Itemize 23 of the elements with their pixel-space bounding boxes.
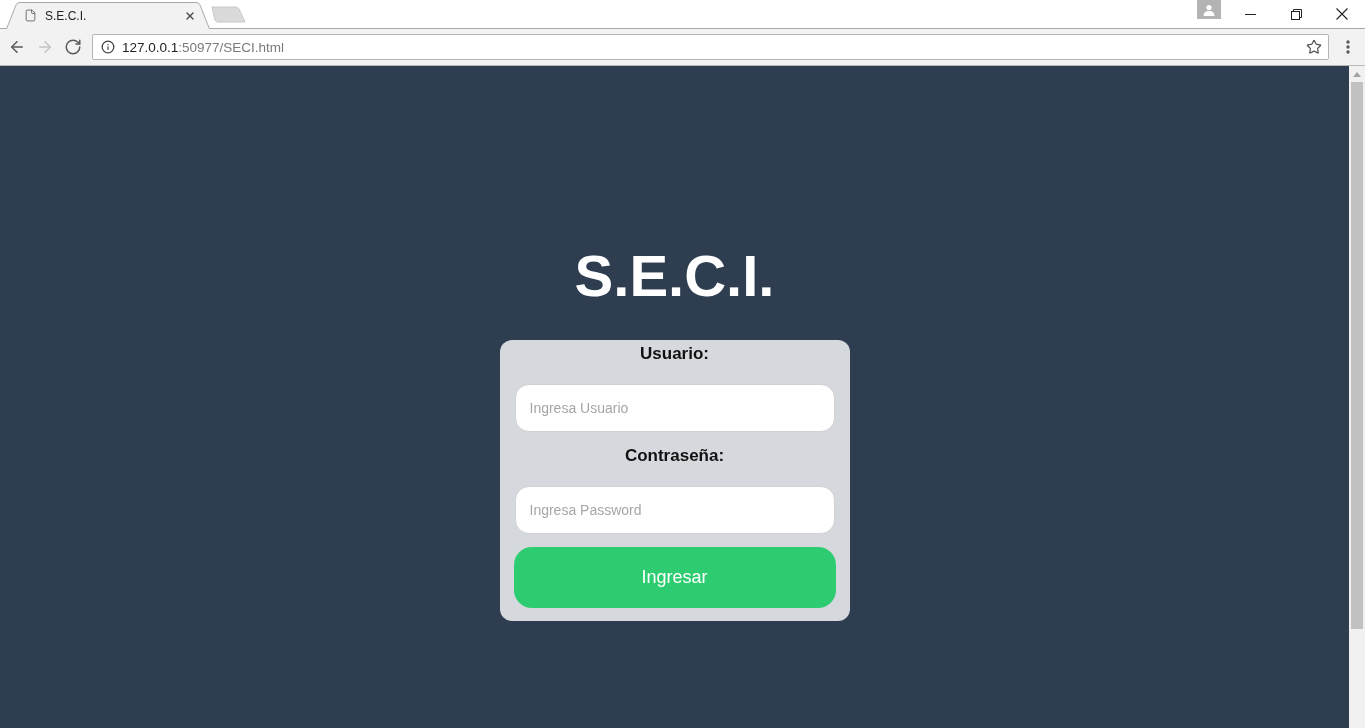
reload-icon — [64, 38, 82, 56]
restore-icon — [1290, 8, 1302, 20]
info-icon[interactable] — [101, 40, 115, 54]
new-tab-button[interactable] — [210, 6, 246, 23]
field-label: Usuario: — [640, 343, 709, 365]
tab-title: S.E.C.I. — [44, 8, 88, 23]
scrollbar-thumb[interactable] — [1351, 82, 1363, 629]
forward-arrow-icon — [36, 38, 54, 56]
input-field[interactable]: Ingresa Password — [514, 486, 835, 534]
page-title: S.E.C.I. — [574, 242, 775, 310]
scrollbar[interactable] — [1349, 66, 1365, 728]
close-icon — [1336, 8, 1348, 20]
kebab-menu-icon — [1346, 40, 1350, 54]
file-icon — [24, 8, 37, 23]
address-bar[interactable]: 127.0.0.1:50977/SECI.html — [92, 34, 1329, 60]
star-icon[interactable] — [1306, 39, 1322, 55]
minimize-icon — [1244, 13, 1256, 15]
input-field[interactable]: Ingresa Usuario — [514, 384, 835, 432]
scroll-up-icon[interactable] — [1353, 72, 1361, 77]
browser-tab[interactable]: S.E.C.I. — [6, 2, 210, 29]
url-text: 127.0.0.1:50977/SECI.html — [122, 39, 286, 55]
profile-icon[interactable] — [1197, 0, 1221, 19]
field-label: Contraseña: — [624, 445, 725, 467]
